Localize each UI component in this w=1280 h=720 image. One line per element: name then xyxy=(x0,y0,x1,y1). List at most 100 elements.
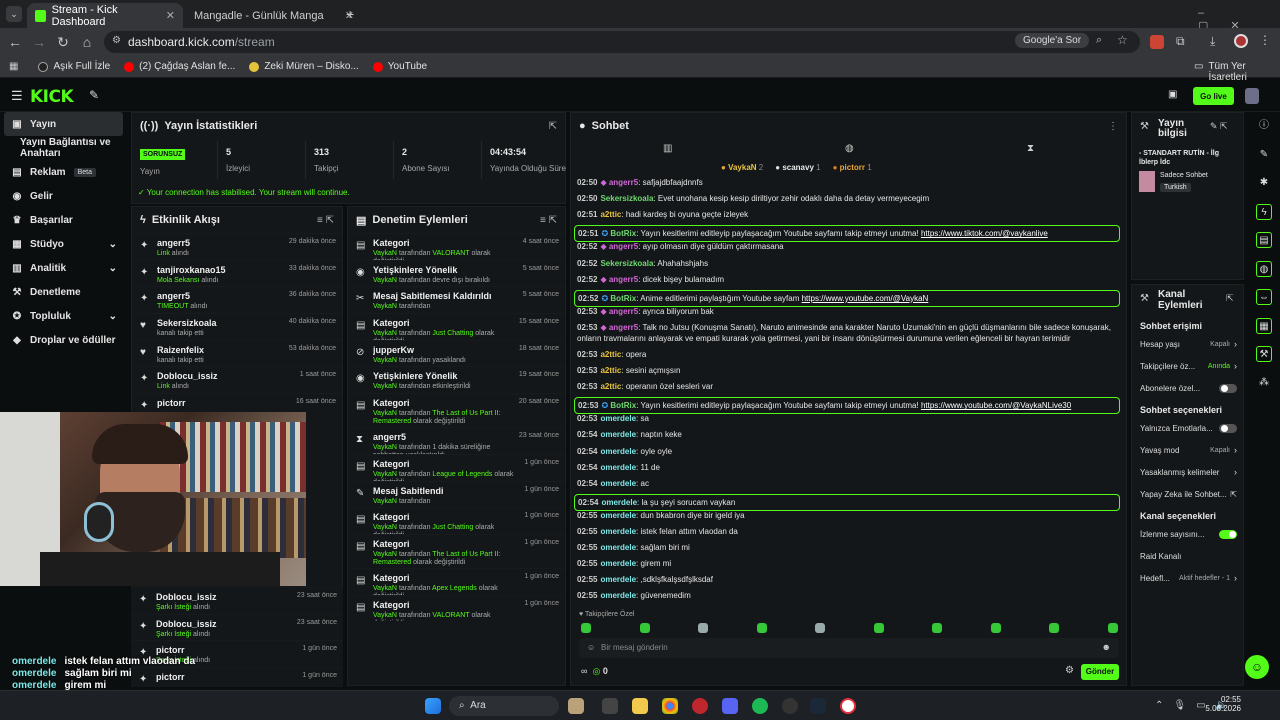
chat-message[interactable]: 02:52 ◆ angerr5: dicek bişey bulamadım xyxy=(577,274,1117,285)
chat-username[interactable]: a2ttic xyxy=(600,382,621,391)
chat-message[interactable]: 02:53 ✪ BotRix: Yayın kesitlerimi editley… xyxy=(574,397,1120,415)
filter-icon[interactable]: ≡ ⇱ xyxy=(317,215,334,226)
emote-icon[interactable] xyxy=(639,623,650,633)
studio-icon[interactable]: ▣ xyxy=(1168,89,1177,100)
mod-action-row[interactable]: ⧗ angerr5 VaykaN tarafından 1 dakika sürel… xyxy=(348,427,565,454)
emote-icon[interactable] xyxy=(873,623,884,633)
chat-username[interactable]: omerdele xyxy=(600,527,636,536)
activity-row[interactable]: ✦ angerr5 TIMEOUT alındı 36 dakika önce xyxy=(132,286,342,313)
settings-icon[interactable]: ⚙ xyxy=(1065,665,1074,676)
chat-message[interactable]: 02:53 ◆ angerr5: Talk no Jutsu (Konuşma S… xyxy=(577,322,1117,344)
chat-username[interactable]: angerr5 xyxy=(609,275,638,284)
chat-menu-icon[interactable]: ⋮ xyxy=(1108,121,1118,132)
address-bar[interactable]: ⚙ dashboard.kick.com/stream Google'a Sor… xyxy=(104,31,1140,53)
tab-mangadle[interactable]: Mangadle - Günlük Manga Kar ✕ xyxy=(186,3,362,28)
chat-username[interactable]: angerr5 xyxy=(609,242,638,251)
zoom-icon[interactable]: ⌕ xyxy=(1096,34,1102,47)
chat-message[interactable]: 02:52 ◆ angerr5: ayıp olmasın diye güldüm… xyxy=(577,241,1117,252)
sidebar-item-9[interactable]: ◆ Droplar ve ödüller xyxy=(0,328,127,352)
user-avatar[interactable] xyxy=(1245,88,1259,104)
chat-message[interactable]: 02:53 a2ttic: opera xyxy=(577,349,1117,360)
top-user[interactable]: ● VaykaN 2 xyxy=(721,163,763,172)
chat-message[interactable]: 02:53 a2ttic: sesini açmışsın xyxy=(577,365,1117,376)
chat-message[interactable]: 02:55 omerdele: dun bkabron diye bir igel… xyxy=(577,510,1117,521)
chat-message[interactable]: 02:55 omerdele: girem mi xyxy=(577,558,1117,569)
activity-row[interactable]: ♥ Sekersizkoala kanalı takip etti 40 dakika… xyxy=(132,313,342,340)
popout-icon[interactable]: ⇱ xyxy=(549,121,557,132)
chat-message[interactable]: 02:55 omerdele: ,sdklşfkalşsdfşlksdaf xyxy=(577,574,1117,585)
channel-action-row[interactable]: Yapay Zeka ile Sohbet... ⇱ xyxy=(1132,483,1245,505)
top-user[interactable]: ● scanavy 1 xyxy=(775,163,820,172)
arrows-icon[interactable]: ⇔ xyxy=(1256,289,1272,305)
chat-username[interactable]: omerdele xyxy=(600,511,636,520)
forward-icon[interactable]: → xyxy=(27,30,51,54)
emote-icon[interactable] xyxy=(990,623,1001,633)
mod-action-row[interactable]: ▤ Kategori VaykaN tarafından Just Chatting… xyxy=(348,507,565,534)
activity-row[interactable]: ✦ angerr5 Link alındı 29 dakika önce xyxy=(132,233,342,260)
mod-action-row[interactable]: ▤ Kategori VaykaN tarafından VALORANT olar… xyxy=(348,233,565,260)
kick-logo[interactable]: KICK xyxy=(30,87,74,107)
chat-username[interactable]: Sekersizkoala xyxy=(600,194,653,203)
help-chat-icon[interactable]: ☺ xyxy=(1245,655,1269,679)
emote-icon[interactable] xyxy=(932,623,942,633)
profile-avatar[interactable] xyxy=(1234,34,1248,48)
chat-username[interactable]: BotRix xyxy=(610,229,636,238)
clock[interactable]: 02:55 5.08.2026 xyxy=(1205,695,1241,713)
chat-username[interactable]: omerdele xyxy=(600,447,636,456)
channel-action-row[interactable]: Takipçilere öz... Anında › xyxy=(1132,355,1245,377)
top-user[interactable]: ● pictorr 1 xyxy=(833,163,872,172)
sidebar-item-0[interactable]: ▣ Yayın xyxy=(4,112,123,136)
chat-message[interactable]: 02:51 ✪ BotRix: Yayın kesitlerimi editley… xyxy=(574,225,1120,243)
chat-message[interactable]: 02:50 ◆ angerr5: safjajdbfaajdnnfs xyxy=(577,177,1117,188)
sidebar-item-4[interactable]: ♛ Başarılar xyxy=(0,208,127,232)
filter-icon[interactable]: ≡ ⇱ xyxy=(540,215,557,226)
steam-icon[interactable] xyxy=(810,698,826,714)
mod-action-row[interactable]: ▤ Kategori VaykaN tarafından The Last of U… xyxy=(348,533,565,568)
activity-row[interactable]: ✦ Doblocu_issiz Şarkı İsteği alındı 23 saat… xyxy=(131,613,343,641)
sidebar-item-1[interactable]: Yayın Bağlantısı ve Anahtarı xyxy=(0,136,127,160)
activity-row[interactable]: ♥ Raizenfelix kanalı takip etti 53 dakika ö… xyxy=(132,339,342,367)
chat-username[interactable]: omerdele xyxy=(601,498,637,507)
start-icon[interactable] xyxy=(425,698,441,714)
sidebar-item-6[interactable]: ▥ Analitik ⌄ xyxy=(0,256,127,280)
tab-search-icon[interactable]: ⌄ xyxy=(6,6,22,22)
chat-username[interactable]: a2ttic xyxy=(600,366,621,375)
discord-icon[interactable] xyxy=(722,698,738,714)
activity-row[interactable]: ✦ tanjiroxkanao15 Mola Sekansı alındı 33 da… xyxy=(132,259,342,287)
mod-action-row[interactable]: ▤ Kategori VaykaN tarafından Just Chatting… xyxy=(348,313,565,340)
chat-message[interactable]: 02:54 omerdele: naptın keke xyxy=(577,429,1117,440)
chat-username[interactable]: angerr5 xyxy=(609,307,638,316)
sidebar-item-2[interactable]: ▤ Reklam Beta xyxy=(0,160,127,184)
sidebar-item-5[interactable]: ▦ Stüdyo ⌄ xyxy=(0,232,127,256)
chat-username[interactable]: BotRix xyxy=(610,401,636,410)
channel-action-row[interactable]: Yasaklanmış kelimeler › xyxy=(1132,461,1245,483)
doc-icon[interactable]: ▤ xyxy=(1256,232,1272,248)
site-info-icon[interactable]: ⚙ xyxy=(112,35,121,46)
extensions-puzzle-icon[interactable]: ⧉ xyxy=(1176,34,1185,49)
bookmark-item[interactable]: YouTube xyxy=(372,61,427,72)
hourglass-icon[interactable]: ⧗ xyxy=(1027,143,1034,154)
emote-icon[interactable] xyxy=(756,623,767,633)
channel-action-row[interactable]: Yavaş mod Kapalı › xyxy=(1132,439,1245,461)
hamburger-menu-icon[interactable]: ☰ xyxy=(11,88,23,104)
chat-message[interactable]: 02:55 omerdele: istek felan attım vlaodan… xyxy=(577,526,1117,537)
edit-icon[interactable]: ✎ xyxy=(1256,147,1272,163)
chat-icon[interactable]: ◍ xyxy=(845,143,854,154)
mod-action-row[interactable]: ▤ Kategori VaykaN tarafından The Last of U… xyxy=(348,393,565,427)
menu-kebab-icon[interactable]: ⋮ xyxy=(1259,33,1271,47)
info-icon[interactable]: ⓘ xyxy=(1256,118,1272,134)
taskbar-search[interactable]: ⌕ Ara xyxy=(449,696,559,716)
send-button[interactable]: Gönder xyxy=(1081,664,1119,680)
chat-username[interactable]: omerdele xyxy=(600,543,636,552)
chat-username[interactable]: omerdele xyxy=(600,414,636,423)
spotify-icon[interactable] xyxy=(752,698,768,714)
chat-username[interactable]: angerr5 xyxy=(609,178,638,187)
app-icon[interactable] xyxy=(692,698,708,714)
chat-message[interactable]: 02:55 omerdele: güvenemedim xyxy=(577,590,1117,601)
sidebar-item-3[interactable]: ◉ Gelir xyxy=(0,184,127,208)
chat-message[interactable]: 02:54 omerdele: 11 de xyxy=(577,462,1117,473)
share-icon[interactable]: ⁂ xyxy=(1256,375,1272,391)
chat-message[interactable]: 02:54 omerdele: la şu şeyi sorucam vaykan xyxy=(574,493,1120,511)
sidebar-item-8[interactable]: ✪ Topluluk ⌄ xyxy=(0,304,127,328)
chat-message[interactable]: 02:53 omerdele: sa xyxy=(577,413,1117,424)
